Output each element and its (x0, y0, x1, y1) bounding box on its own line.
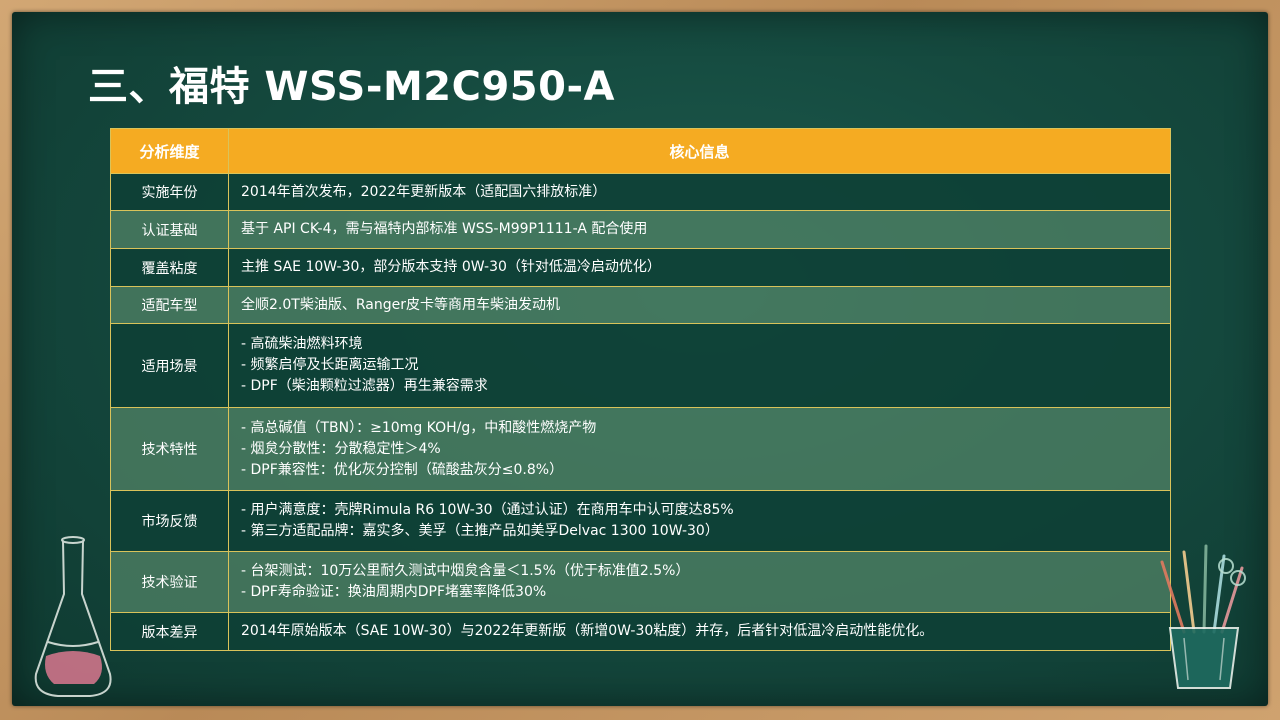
chalkboard: 三、福特 WSS-M2C950-A 分析维度 核心信息 实施年份 2014年首次… (12, 12, 1268, 706)
row-info: 全顺2.0T柴油版、Ranger皮卡等商用车柴油发动机 (228, 286, 1171, 324)
row-dimension: 适配车型 (110, 286, 229, 324)
info-line: - 频繁启停及长距离运输工况 (241, 357, 419, 373)
row-dimension: 认证基础 (110, 210, 229, 249)
row-dimension: 市场反馈 (110, 490, 229, 552)
table-row: 技术特性 - 高总碱值（TBN）：≥10mg KOH/g，中和酸性燃烧产物 - … (110, 407, 1171, 491)
table-row: 适用场景 - 高硫柴油燃料环境 - 频繁启停及长距离运输工况 - DPF（柴油颗… (110, 323, 1171, 408)
row-dimension: 实施年份 (110, 173, 229, 211)
row-info: - 高总碱值（TBN）：≥10mg KOH/g，中和酸性燃烧产物 - 烟炱分散性… (228, 407, 1171, 491)
info-line: - 第三方适配品牌：嘉实多、美孚（主推产品如美孚Delvac 1300 10W-… (241, 523, 719, 539)
info-line: - DPF兼容性：优化灰分控制（硫酸盐灰分≤0.8%） (241, 461, 564, 478)
header-core-info: 核心信息 (228, 128, 1171, 174)
row-info: 2014年原始版本（SAE 10W-30）与2022年更新版（新增0W-30粘度… (228, 612, 1171, 651)
row-dimension: 技术验证 (110, 551, 229, 613)
row-dimension: 版本差异 (110, 612, 229, 651)
table-row: 实施年份 2014年首次发布，2022年更新版本（适配国六排放标准） (110, 173, 1171, 211)
info-line: 主推 SAE 10W-30，部分版本支持 0W-30（针对低温冷启动优化） (241, 259, 661, 275)
row-info: 2014年首次发布，2022年更新版本（适配国六排放标准） (228, 173, 1171, 211)
row-info: - 高硫柴油燃料环境 - 频繁启停及长距离运输工况 - DPF（柴油颗粒过滤器）… (228, 323, 1171, 408)
row-dimension: 适用场景 (110, 323, 229, 408)
info-line: - 台架测试：10万公里耐久测试中烟炱含量＜1.5%（优于标准值2.5%） (241, 563, 690, 579)
table-row: 适配车型 全顺2.0T柴油版、Ranger皮卡等商用车柴油发动机 (110, 286, 1171, 324)
pencil-cup-icon (1160, 544, 1246, 689)
row-info: - 用户满意度：壳牌Rimula R6 10W-30（通过认证）在商用车中认可度… (228, 490, 1171, 552)
row-info: 主推 SAE 10W-30，部分版本支持 0W-30（针对低温冷启动优化） (228, 248, 1171, 287)
info-line: - 高硫柴油燃料环境 (241, 336, 363, 352)
info-line: 2014年原始版本（SAE 10W-30）与2022年更新版（新增0W-30粘度… (241, 623, 934, 639)
slide-title: 三、福特 WSS-M2C950-A (88, 64, 616, 110)
row-info: 基于 API CK-4，需与福特内部标准 WSS-M99P1111-A 配合使用 (228, 210, 1171, 249)
row-info: - 台架测试：10万公里耐久测试中烟炱含量＜1.5%（优于标准值2.5%） - … (228, 551, 1171, 613)
header-dimension: 分析维度 (110, 128, 229, 174)
info-line: 2014年首次发布，2022年更新版本（适配国六排放标准） (241, 183, 607, 200)
info-table: 分析维度 核心信息 实施年份 2014年首次发布，2022年更新版本（适配国六排… (110, 128, 1171, 651)
info-line: - DPF（柴油颗粒过滤器）再生兼容需求 (241, 378, 488, 394)
info-line: - 烟炱分散性：分散稳定性＞4% (241, 440, 441, 457)
table-row: 技术验证 - 台架测试：10万公里耐久测试中烟炱含量＜1.5%（优于标准值2.5… (110, 551, 1171, 613)
flask-icon (34, 536, 112, 697)
info-line: 基于 API CK-4，需与福特内部标准 WSS-M99P1111-A 配合使用 (241, 221, 648, 237)
row-dimension: 覆盖粘度 (110, 248, 229, 287)
table-header-row: 分析维度 核心信息 (110, 128, 1171, 174)
table-row: 市场反馈 - 用户满意度：壳牌Rimula R6 10W-30（通过认证）在商用… (110, 490, 1171, 552)
row-dimension: 技术特性 (110, 407, 229, 491)
info-line: - 高总碱值（TBN）：≥10mg KOH/g，中和酸性燃烧产物 (241, 419, 597, 436)
info-line: - 用户满意度：壳牌Rimula R6 10W-30（通过认证）在商用车中认可度… (241, 502, 734, 518)
info-line: 全顺2.0T柴油版、Ranger皮卡等商用车柴油发动机 (241, 296, 560, 313)
info-line: - DPF寿命验证：换油周期内DPF堵塞率降低30% (241, 584, 547, 600)
table-row: 认证基础 基于 API CK-4，需与福特内部标准 WSS-M99P1111-A… (110, 210, 1171, 249)
table-row: 版本差异 2014年原始版本（SAE 10W-30）与2022年更新版（新增0W… (110, 612, 1171, 651)
table-row: 覆盖粘度 主推 SAE 10W-30，部分版本支持 0W-30（针对低温冷启动优… (110, 248, 1171, 287)
